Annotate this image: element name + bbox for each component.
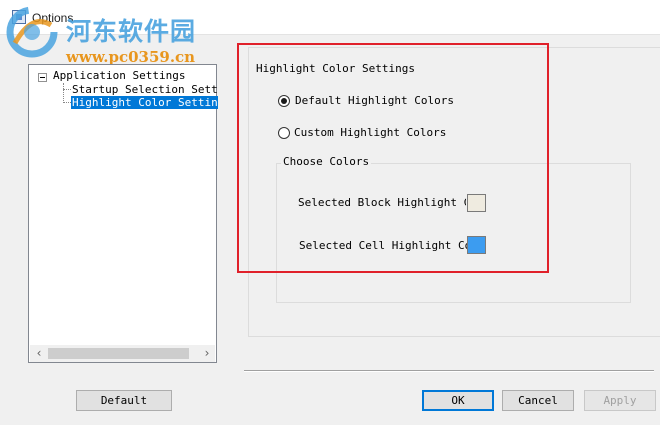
apply-button[interactable]: Apply <box>584 390 656 411</box>
cancel-button[interactable]: Cancel <box>502 390 574 411</box>
tree-item-startup-selection-settings[interactable]: Startup Selection Settin <box>71 83 218 96</box>
scroll-left-icon[interactable]: ‹ <box>32 346 46 361</box>
tree-connector <box>63 89 71 90</box>
ok-button[interactable]: OK <box>422 390 494 411</box>
scroll-right-icon[interactable]: › <box>200 346 214 361</box>
settings-tree[interactable]: Application Settings Startup Selection S… <box>28 64 218 363</box>
button-separator <box>244 370 654 372</box>
highlight-annotation-frame <box>237 43 549 273</box>
horizontal-scrollbar[interactable]: ‹ › <box>30 345 215 362</box>
tree-item-highlight-color-settings[interactable]: Highlight Color Settings <box>71 96 218 109</box>
scrollbar-thumb[interactable] <box>48 348 189 359</box>
tree-item-application-settings[interactable]: Application Settings <box>53 69 185 82</box>
default-button[interactable]: Default <box>76 390 172 411</box>
watermark-logo-icon <box>6 6 58 58</box>
tree-connector <box>63 83 64 103</box>
collapse-icon[interactable] <box>38 73 47 82</box>
watermark-text: 河东软件园 <box>66 17 197 46</box>
tree-connector <box>63 102 71 103</box>
